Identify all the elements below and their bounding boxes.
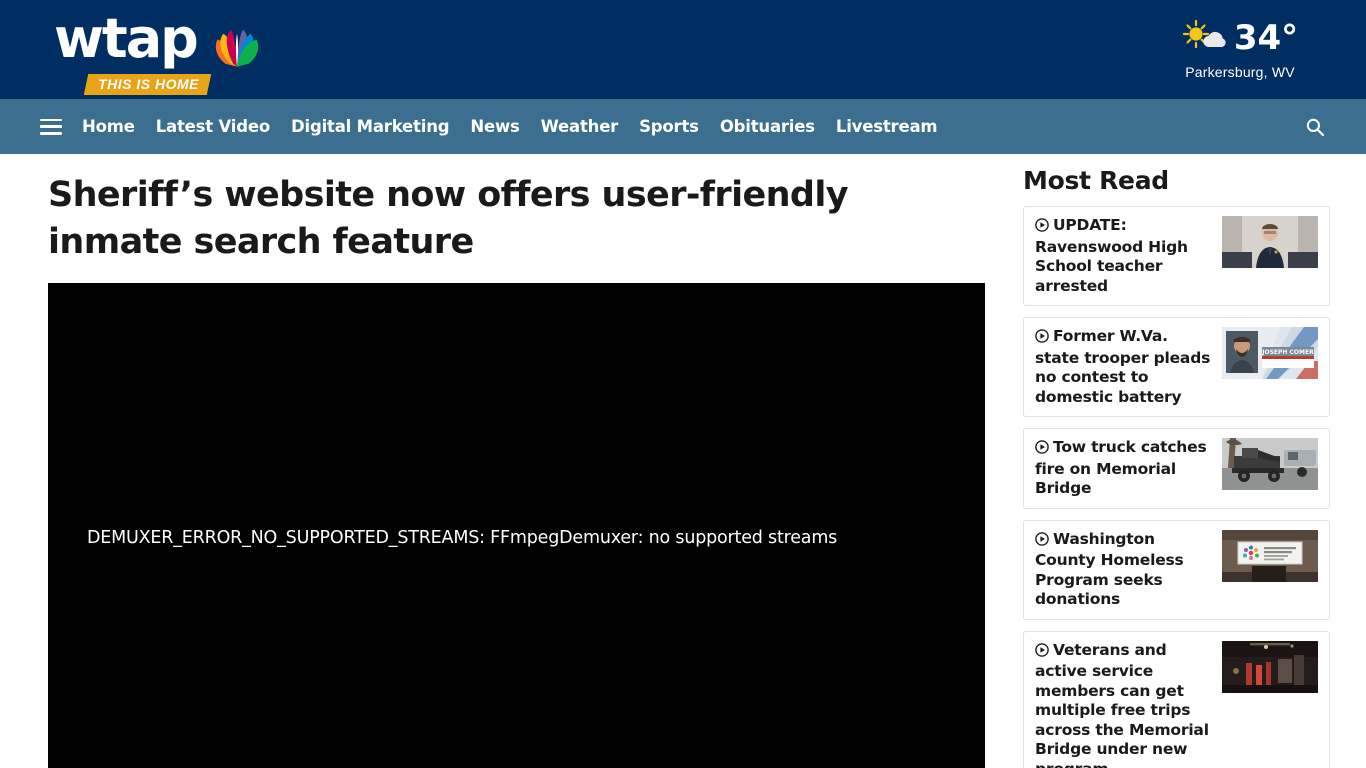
search-icon[interactable]	[1302, 114, 1328, 140]
most-read-item-1-title: UPDATE: Ravenswood High School teacher a…	[1035, 216, 1188, 295]
play-icon	[1035, 329, 1049, 349]
weather-widget[interactable]: 34° Parkersburg, WV	[1150, 16, 1330, 80]
page-title: Sheriff’s website now offers user-friend…	[48, 175, 849, 262]
most-read-item-2-title-wrap: Former W.Va. state trooper pleads no con…	[1035, 327, 1213, 407]
article-column: Sheriff’s website now offers user-friend…	[0, 154, 1005, 768]
nav-item-obituaries[interactable]: Obituaries	[720, 117, 815, 136]
most-read-item-3-title-wrap: Tow truck catches fire on Memorial Bridg…	[1035, 438, 1213, 499]
nav-item-latest-video[interactable]: Latest Video	[156, 117, 270, 136]
nav-item-digital-marketing[interactable]: Digital Marketing	[291, 117, 450, 136]
play-icon	[1035, 531, 1049, 552]
most-read-item-4-title: Washington County Homeless Program seeks…	[1035, 529, 1184, 609]
video-error-message: DEMUXER_ERROR_NO_SUPPORTED_STREAMS: FFmp…	[87, 528, 838, 548]
most-read-item-3-title: Tow truck catches fire on Memorial Bridg…	[1035, 438, 1207, 497]
nav-item-weather[interactable]: Weather	[541, 117, 619, 136]
list-item[interactable]: Washington County Homeless Program seeks…	[1023, 519, 1330, 620]
list-item[interactable]: Former W.Va. state trooper pleads no con…	[1023, 317, 1330, 417]
most-read-heading: Most Read	[1023, 166, 1169, 195]
logo-wordmark: wtap	[54, 7, 199, 70]
thumbnail-portrait-man	[1222, 216, 1318, 268]
play-icon	[1035, 218, 1049, 238]
thumbnail-resource-center-sign	[1222, 529, 1318, 582]
most-read-item-2-title: Former W.Va. state trooper pleads no con…	[1035, 327, 1211, 406]
nav-item-home[interactable]: Home	[82, 117, 135, 136]
hamburger-menu-icon[interactable]	[40, 118, 62, 135]
play-icon	[1035, 440, 1049, 460]
logo-tagline-text: THIS IS HOME	[98, 76, 200, 92]
svg-text:JOSEPH COMER: JOSEPH COMER	[1261, 349, 1314, 356]
sun-behind-cloud-icon	[1182, 19, 1226, 58]
list-item[interactable]: Tow truck catches fire on Memorial Bridg…	[1023, 428, 1330, 509]
site-logo[interactable]: wtap THIS IS HOME	[48, 8, 278, 96]
most-read-item-1-title-wrap: UPDATE: Ravenswood High School teacher a…	[1035, 216, 1213, 296]
thumbnail-bridge-night-traffic	[1222, 640, 1318, 693]
play-icon	[1035, 642, 1049, 663]
nav-item-livestream[interactable]: Livestream	[836, 117, 938, 136]
list-item[interactable]: UPDATE: Ravenswood High School teacher a…	[1023, 206, 1330, 306]
sidebar: Most Read UPDATE: Ravenswood High School…	[1005, 154, 1366, 768]
nav-item-sports[interactable]: Sports	[639, 117, 699, 136]
site-header: wtap THIS IS HOME 34° Parkersburg, WV	[0, 0, 1366, 99]
thumbnail-mugshot-graphic: JOSEPH COMER	[1222, 327, 1318, 379]
nav-links: Home Latest Video Digital Marketing News…	[82, 117, 938, 136]
weather-summary: 34°	[1150, 16, 1330, 60]
most-read-item-5-title-wrap: Veterans and active service members can …	[1035, 641, 1213, 768]
list-item[interactable]: Veterans and active service members can …	[1023, 630, 1330, 768]
nav-item-news[interactable]: News	[470, 117, 519, 136]
most-read-item-4-title-wrap: Washington County Homeless Program seeks…	[1035, 530, 1213, 610]
nbc-peacock-icon	[208, 26, 266, 68]
weather-temperature: 34°	[1233, 18, 1299, 58]
most-read-item-5-title: Veterans and active service members can …	[1035, 640, 1209, 768]
thumbnail-burned-tow-truck	[1222, 438, 1318, 490]
logo-tagline: THIS IS HOME	[83, 74, 212, 95]
weather-location: Parkersburg, WV	[1185, 64, 1295, 80]
main-navigation: Home Latest Video Digital Marketing News…	[0, 99, 1366, 154]
page-body: Sheriff’s website now offers user-friend…	[0, 154, 1366, 768]
video-player[interactable]: DEMUXER_ERROR_NO_SUPPORTED_STREAMS: FFmp…	[48, 283, 985, 768]
